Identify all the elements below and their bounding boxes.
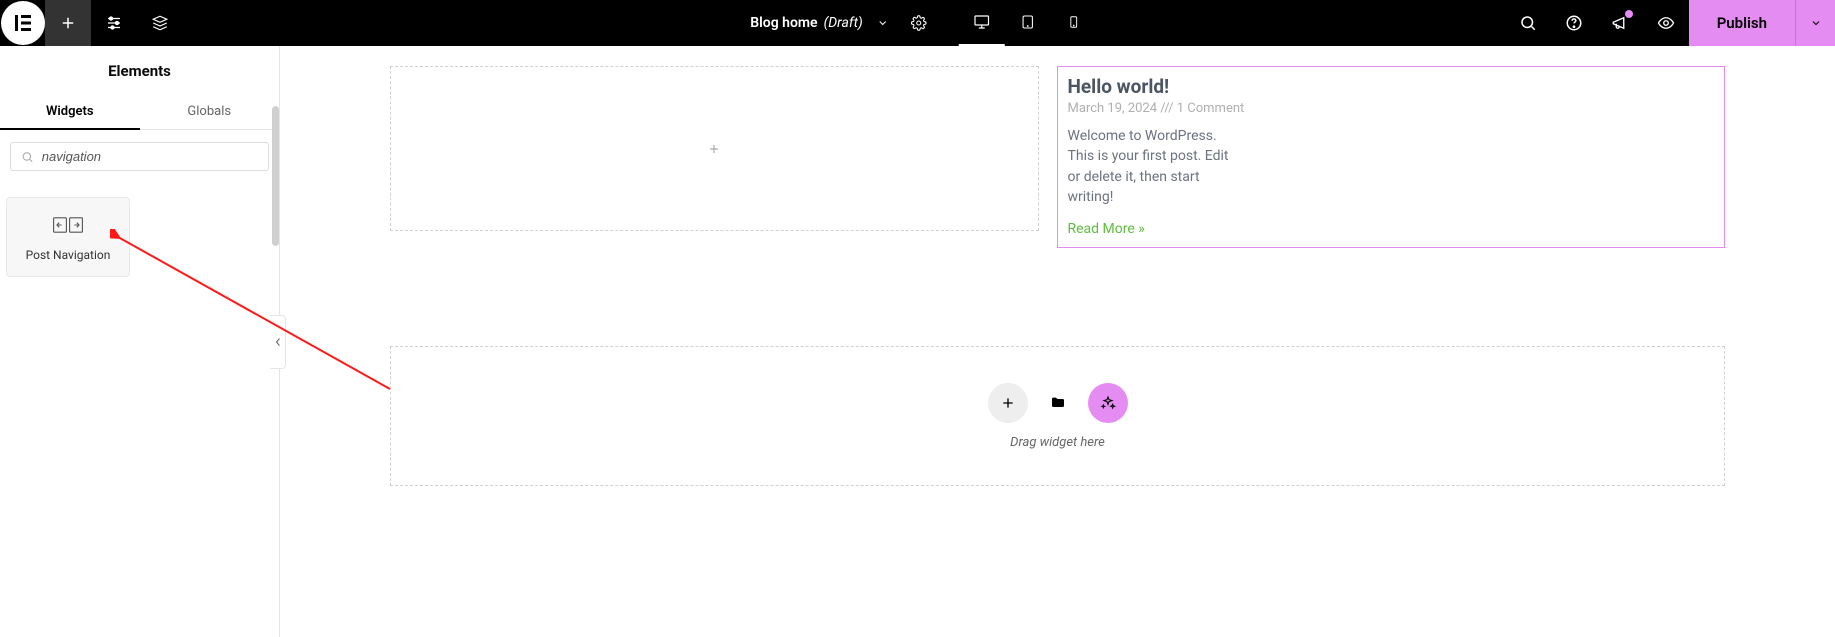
post-navigation-icon	[13, 216, 123, 234]
tab-globals[interactable]: Globals	[140, 94, 280, 129]
panel-title: Elements	[0, 46, 279, 94]
search-field-wrap[interactable]	[10, 142, 269, 171]
search-icon	[21, 150, 34, 164]
add-section-button[interactable]	[988, 383, 1028, 423]
add-element-button[interactable]	[45, 0, 91, 46]
empty-section[interactable]: Drag widget here	[390, 346, 1725, 486]
publish-button[interactable]: Publish	[1689, 0, 1795, 46]
post-title: Hello world!	[1068, 75, 1715, 98]
plus-icon	[1000, 395, 1016, 411]
page-switch-dropdown[interactable]	[869, 17, 897, 29]
sidebar-scrollbar[interactable]	[272, 106, 279, 246]
add-template-button[interactable]	[1038, 383, 1078, 423]
page-settings-button[interactable]	[897, 15, 941, 31]
help-button[interactable]	[1551, 0, 1597, 46]
post-comments: 1 Comment	[1177, 101, 1245, 116]
meta-separator: ///	[1160, 101, 1173, 116]
post-date: March 19, 2024	[1068, 101, 1158, 116]
read-more-link[interactable]: Read More »	[1068, 221, 1715, 237]
tab-widgets[interactable]: Widgets	[0, 94, 140, 129]
search-button[interactable]	[1505, 0, 1551, 46]
widget-post-navigation[interactable]: Post Navigation	[6, 197, 130, 277]
ai-generate-button[interactable]	[1088, 383, 1128, 423]
search-input[interactable]	[42, 149, 258, 164]
navigator-button[interactable]	[137, 0, 183, 46]
drag-hint: Drag widget here	[1010, 435, 1105, 450]
empty-container-slot[interactable]	[390, 66, 1039, 231]
device-desktop-button[interactable]	[959, 0, 1005, 46]
preview-button[interactable]	[1643, 0, 1689, 46]
device-tablet-button[interactable]	[1005, 0, 1051, 46]
notification-dot	[1625, 10, 1633, 18]
post-preview-card[interactable]: Hello world! March 19, 2024 /// 1 Commen…	[1057, 66, 1726, 248]
settings-sliders-button[interactable]	[91, 0, 137, 46]
device-mobile-button[interactable]	[1051, 0, 1097, 46]
post-excerpt: Welcome to WordPress. This is your first…	[1068, 126, 1238, 207]
elementor-logo[interactable]	[1, 1, 45, 45]
folder-icon	[1050, 395, 1066, 411]
page-status: (Draft)	[824, 15, 863, 31]
post-meta: March 19, 2024 /// 1 Comment	[1068, 101, 1715, 116]
sparkle-icon	[1100, 395, 1116, 411]
page-title: Blog home	[738, 15, 823, 31]
plus-icon	[706, 141, 722, 157]
widget-label: Post Navigation	[13, 248, 123, 262]
announcements-button[interactable]	[1597, 0, 1643, 46]
publish-dropdown[interactable]	[1795, 0, 1835, 46]
